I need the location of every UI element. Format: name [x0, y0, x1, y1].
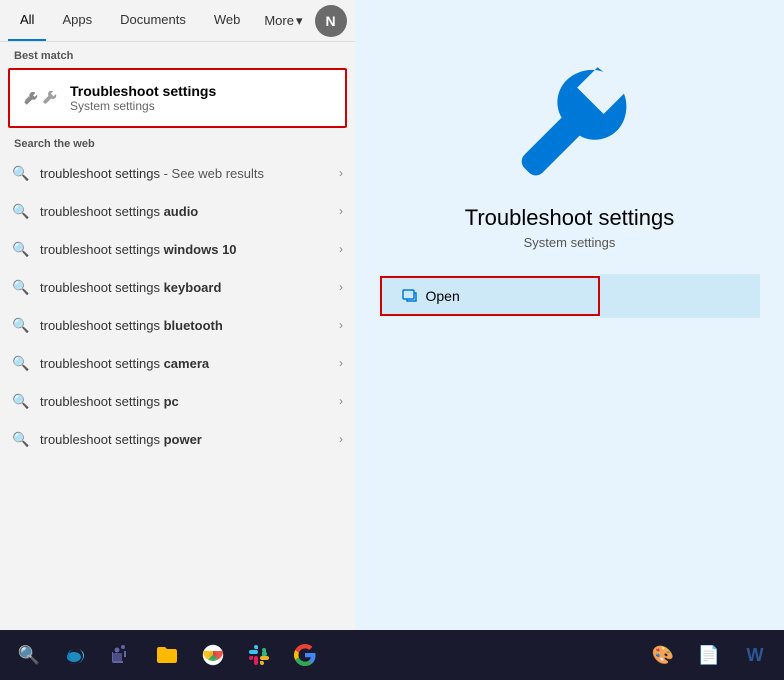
search-icon-7: 🔍 [12, 430, 30, 448]
tabs-row: All Apps Documents Web More ▾ N ··· ✕ [0, 0, 355, 42]
chevron-right-icon-1: › [339, 204, 343, 218]
right-panel-icon [510, 60, 630, 185]
search-item-1[interactable]: 🔍 troubleshoot settings audio › [0, 192, 355, 230]
open-btn-extension [600, 274, 760, 318]
search-icon-4: 🔍 [12, 316, 30, 334]
tab-web[interactable]: Web [202, 0, 253, 41]
tab-all[interactable]: All [8, 0, 46, 41]
wrench-icon [22, 80, 58, 116]
chevron-right-icon-4: › [339, 318, 343, 332]
taskbar-slack-icon[interactable] [238, 634, 280, 676]
chevron-down-icon: ▾ [296, 13, 303, 29]
right-panel: Troubleshoot settings System settings Op… [355, 0, 784, 630]
right-panel-title: Troubleshoot settings [465, 205, 675, 231]
best-match-title: Troubleshoot settings [70, 83, 216, 99]
chevron-right-icon-5: › [339, 356, 343, 370]
best-match-item[interactable]: Troubleshoot settings System settings [8, 68, 347, 128]
search-icon-0: 🔍 [12, 164, 30, 182]
search-item-text-0: troubleshoot settings - See web results [40, 166, 329, 181]
taskbar-paint-icon[interactable]: 🎨 [642, 634, 684, 676]
search-icon-3: 🔍 [12, 278, 30, 296]
taskbar: 🔍 🎨 📄 W [0, 630, 784, 680]
search-item-0[interactable]: 🔍 troubleshoot settings - See web result… [0, 154, 355, 192]
taskbar-explorer-icon[interactable] [146, 634, 188, 676]
search-item-text-6: troubleshoot settings pc [40, 394, 329, 409]
search-icon-6: 🔍 [12, 392, 30, 410]
best-match-text: Troubleshoot settings System settings [70, 83, 216, 113]
search-item-text-7: troubleshoot settings power [40, 432, 329, 447]
search-icon-1: 🔍 [12, 202, 30, 220]
search-item-7[interactable]: 🔍 troubleshoot settings power › [0, 420, 355, 458]
chevron-right-icon-3: › [339, 280, 343, 294]
tab-more[interactable]: More ▾ [256, 5, 310, 37]
search-icon-5: 🔍 [12, 354, 30, 372]
chevron-right-icon-7: › [339, 432, 343, 446]
tab-apps[interactable]: Apps [50, 0, 104, 41]
search-icon-2: 🔍 [12, 240, 30, 258]
right-panel-subtitle: System settings [524, 235, 616, 250]
open-btn-row: Open [380, 274, 760, 318]
taskbar-doc-icon[interactable]: 📄 [688, 634, 730, 676]
search-item-text-5: troubleshoot settings camera [40, 356, 329, 371]
taskbar-word-icon[interactable]: W [734, 634, 776, 676]
taskbar-teams-icon[interactable] [100, 634, 142, 676]
open-icon [402, 288, 418, 304]
search-item-text-1: troubleshoot settings audio [40, 204, 329, 219]
avatar[interactable]: N [315, 5, 347, 37]
search-panel: All Apps Documents Web More ▾ N ··· ✕ Be… [0, 0, 355, 630]
taskbar-edge-icon[interactable] [54, 634, 96, 676]
taskbar-search-icon[interactable]: 🔍 [8, 634, 50, 676]
taskbar-google-icon[interactable] [284, 634, 326, 676]
taskbar-chrome-icon[interactable] [192, 634, 234, 676]
search-item-text-3: troubleshoot settings keyboard [40, 280, 329, 295]
best-match-label: Best match [0, 42, 355, 66]
tab-documents[interactable]: Documents [108, 0, 198, 41]
search-web-label: Search the web [0, 130, 355, 154]
search-item-text-2: troubleshoot settings windows 10 [40, 242, 329, 257]
search-item-5[interactable]: 🔍 troubleshoot settings camera › [0, 344, 355, 382]
chevron-right-icon-0: › [339, 166, 343, 180]
open-button[interactable]: Open [380, 276, 600, 316]
search-item-text-4: troubleshoot settings bluetooth [40, 318, 329, 333]
search-item-3[interactable]: 🔍 troubleshoot settings keyboard › [0, 268, 355, 306]
search-item-2[interactable]: 🔍 troubleshoot settings windows 10 › [0, 230, 355, 268]
best-match-subtitle: System settings [70, 99, 216, 113]
search-item-4[interactable]: 🔍 troubleshoot settings bluetooth › [0, 306, 355, 344]
chevron-right-icon-6: › [339, 394, 343, 408]
search-item-6[interactable]: 🔍 troubleshoot settings pc › [0, 382, 355, 420]
chevron-right-icon-2: › [339, 242, 343, 256]
